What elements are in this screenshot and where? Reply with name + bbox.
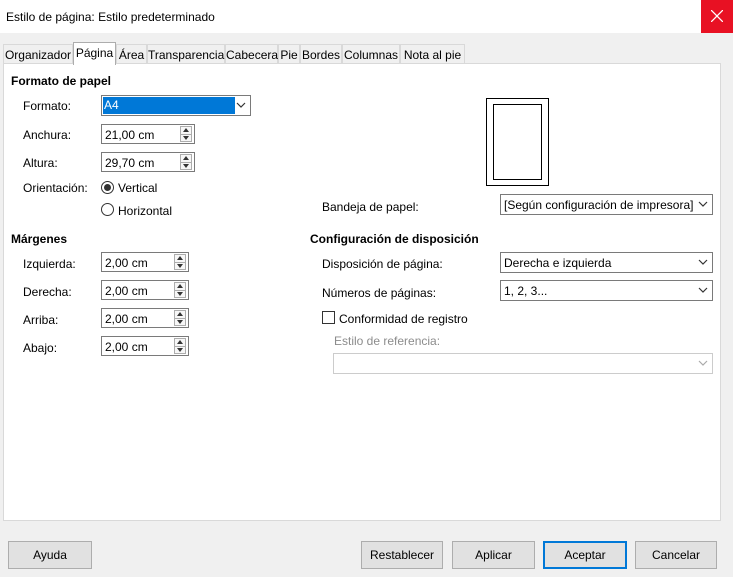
paper-format-heading: Formato de papel — [11, 74, 112, 88]
top-margin-spinbox[interactable]: 2,00 cm — [101, 308, 189, 328]
tab-cabecera[interactable]: Cabecera — [225, 44, 278, 64]
chevron-down-icon — [698, 201, 708, 207]
format-value: A4 — [103, 97, 235, 114]
page-preview — [486, 98, 549, 186]
page-layout-select[interactable]: Derecha e izquierda — [500, 252, 713, 273]
reference-style-select[interactable] — [333, 353, 713, 374]
height-value: 29,70 cm — [105, 156, 155, 170]
chevron-down-icon — [698, 287, 708, 293]
width-value: 21,00 cm — [105, 128, 155, 142]
portrait-label[interactable]: Vertical — [118, 181, 157, 195]
chevron-down-icon — [236, 102, 246, 108]
right-margin-value: 2,00 cm — [105, 284, 148, 298]
format-select[interactable]: A4 — [101, 95, 251, 116]
paper-tray-select[interactable]: [Según configuración de impresora] — [500, 194, 713, 215]
top-margin-value: 2,00 cm — [105, 312, 148, 326]
tab-transparencia[interactable]: Transparencia — [147, 44, 225, 64]
left-margin-value: 2,00 cm — [105, 256, 148, 270]
ok-button[interactable]: Aceptar — [543, 541, 627, 569]
width-stepper[interactable] — [180, 126, 192, 142]
layout-settings-heading: Configuración de disposición — [310, 232, 479, 246]
bottom-margin-stepper[interactable] — [174, 338, 186, 354]
tab-bordes[interactable]: Bordes — [300, 44, 342, 64]
orientation-label: Orientación: — [23, 181, 88, 195]
portrait-radio[interactable] — [101, 181, 114, 194]
paper-tray-value: [Según configuración de impresora] — [504, 198, 694, 212]
left-margin-stepper[interactable] — [174, 254, 186, 270]
close-button[interactable] — [701, 0, 733, 33]
height-spinbox[interactable]: 29,70 cm — [101, 152, 195, 172]
top-margin-stepper[interactable] — [174, 310, 186, 326]
chevron-down-icon — [698, 259, 708, 265]
page-numbers-label: Números de páginas: — [322, 286, 437, 300]
register-true-checkbox[interactable] — [322, 311, 335, 324]
apply-button[interactable]: Aplicar — [452, 541, 535, 569]
close-icon — [711, 10, 723, 22]
landscape-label[interactable]: Horizontal — [118, 204, 172, 218]
top-margin-label: Arriba: — [23, 313, 59, 327]
height-label: Altura: — [23, 156, 58, 170]
tab-area[interactable]: Área — [116, 44, 147, 64]
margins-heading: Márgenes — [11, 232, 68, 246]
right-margin-stepper[interactable] — [174, 282, 186, 298]
paper-tray-label: Bandeja de papel: — [322, 200, 419, 214]
tab-nota-al-pie[interactable]: Nota al pie — [400, 44, 465, 64]
window-title: Estilo de página: Estilo predeterminado — [6, 10, 215, 24]
format-label: Formato: — [23, 99, 72, 113]
tab-pie[interactable]: Pie — [278, 44, 300, 64]
register-true-label[interactable]: Conformidad de registro — [339, 312, 468, 326]
reset-button[interactable]: Restablecer — [361, 541, 443, 569]
bottom-margin-label: Abajo: — [23, 341, 58, 355]
landscape-radio[interactable] — [101, 203, 114, 216]
page-layout-label: Disposición de página: — [322, 257, 443, 271]
cancel-button[interactable]: Cancelar — [635, 541, 717, 569]
tab-columnas[interactable]: Columnas — [342, 44, 400, 64]
title-bar: Estilo de página: Estilo predeterminado — [0, 0, 733, 33]
help-button[interactable]: Ayuda — [8, 541, 92, 569]
left-margin-spinbox[interactable]: 2,00 cm — [101, 252, 189, 272]
width-label: Anchura: — [23, 128, 72, 142]
reference-style-label: Estilo de referencia: — [334, 334, 441, 348]
chevron-down-icon — [698, 360, 708, 366]
tab-organizador[interactable]: Organizador — [3, 44, 73, 64]
height-stepper[interactable] — [180, 154, 192, 170]
bottom-margin-spinbox[interactable]: 2,00 cm — [101, 336, 189, 356]
page-numbers-value: 1, 2, 3... — [504, 284, 548, 298]
width-spinbox[interactable]: 21,00 cm — [101, 124, 195, 144]
right-margin-label: Derecha: — [23, 285, 72, 299]
right-margin-spinbox[interactable]: 2,00 cm — [101, 280, 189, 300]
left-margin-label: Izquierda: — [23, 257, 76, 271]
page-layout-value: Derecha e izquierda — [504, 256, 612, 270]
tab-pagina[interactable]: Página — [73, 42, 116, 65]
page-numbers-select[interactable]: 1, 2, 3... — [500, 280, 713, 301]
bottom-margin-value: 2,00 cm — [105, 340, 148, 354]
